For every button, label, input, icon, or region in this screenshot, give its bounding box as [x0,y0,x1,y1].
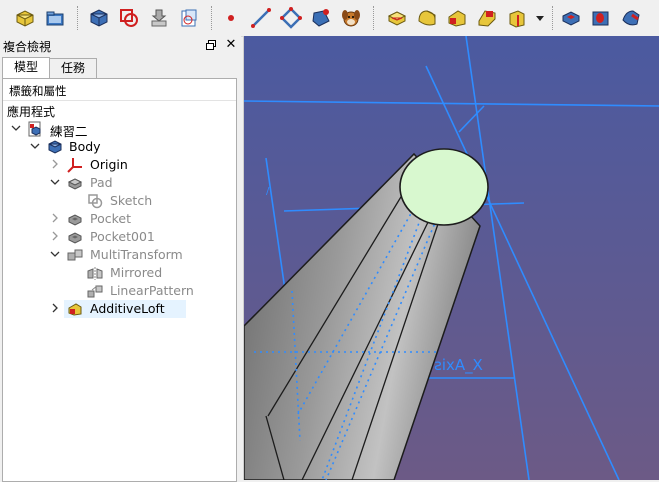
tree-item-linearpattern[interactable]: LinearPattern [3,282,236,300]
tree-item-label: Mirrored [110,265,163,280]
combo-view-panel: 複合檢視 ✕ 模型 任務 標籤和屬性 應用程式 練習二 Body Origin … [0,36,241,482]
pad-icon [67,175,83,191]
tree-item-label: Pad [90,175,113,190]
sketch-icon [87,193,103,209]
tree-item-label: Body [69,139,101,154]
tree-item-mirrored[interactable]: Mirrored [3,264,236,282]
chevron-down-icon[interactable] [50,249,60,259]
tree-item-label: Origin [90,157,128,172]
tree-item-pocket001[interactable]: Pocket001 [3,228,236,246]
body-icon[interactable] [86,5,112,31]
revolution-icon[interactable] [414,5,440,31]
lcs-icon[interactable] [308,5,334,31]
tree-item-additiveloft[interactable]: AdditiveLoft [3,300,236,318]
tree-item-pocket[interactable]: Pocket [3,210,236,228]
sketch-icon[interactable] [116,5,142,31]
toolbar [0,0,659,37]
additive-loft-icon[interactable] [444,5,470,31]
additive-helix-icon[interactable] [504,5,530,31]
point-icon[interactable] [218,5,244,31]
document-icon [27,121,43,137]
additive-pipe-icon[interactable] [474,5,500,31]
tree-item-multitransform[interactable]: MultiTransform [3,246,236,264]
chevron-down-icon[interactable] [50,177,60,187]
line-icon[interactable] [248,5,274,31]
open-icon[interactable] [42,5,68,31]
tree-item-label: AdditiveLoft [90,301,165,316]
tree-item-label: Sketch [110,193,153,208]
mascot-icon[interactable] [338,5,364,31]
tree-view: 標籤和屬性 應用程式 練習二 Body Origin Pad Sketch Po… [2,78,237,482]
pocket-icon [67,211,83,227]
close-icon[interactable]: ✕ [224,37,238,53]
origin-icon [67,157,83,173]
chevron-right-icon[interactable] [50,159,60,169]
panel-tabs: 模型 任務 [0,57,241,79]
toolbar-separator [77,6,79,30]
shape-binder-icon[interactable] [146,5,172,31]
chevron-down-icon[interactable] [30,141,40,151]
chevron-right-icon[interactable] [50,231,60,241]
hole-icon[interactable] [588,5,614,31]
tree-header-label: 標籤和屬性 [9,84,67,98]
x-axis-label: X_Axis [434,356,483,374]
chevron-down-icon[interactable] [11,123,21,133]
part-icon[interactable] [12,5,38,31]
pad-icon[interactable] [384,5,410,31]
clone-icon[interactable] [176,5,202,31]
application-label: 應用程式 [7,105,56,119]
3d-viewport[interactable]: / X_Axis [243,36,659,480]
tab-model[interactable]: 模型 [2,57,50,79]
toolbar-separator [211,6,213,30]
3d-scene[interactable]: / [244,36,659,480]
mirrored-icon [87,265,103,281]
pocket-icon[interactable] [558,5,584,31]
tree-item-document[interactable]: 練習二 [3,120,236,139]
toolbar-separator [552,6,554,30]
tree-item-label: Pocket001 [90,229,155,244]
tree-header: 標籤和屬性 [3,79,236,101]
additive-loft-icon [67,301,83,317]
tree-application-row: 應用程式 [3,102,236,120]
loft-top-face[interactable] [399,148,489,226]
panel-title: 複合檢視 [3,40,52,54]
multitransform-icon [67,247,83,263]
tree-item-pad[interactable]: Pad [3,174,236,192]
tree-item-sketch[interactable]: Sketch [3,192,236,210]
float-icon[interactable] [205,39,217,52]
tree-item-label: MultiTransform [90,247,183,262]
linear-pattern-icon [87,283,103,299]
dropdown-arrow-icon[interactable] [534,5,546,31]
groove-icon[interactable] [618,5,644,31]
plane-icon[interactable] [278,5,304,31]
body-icon [47,139,63,155]
chevron-right-icon[interactable] [50,213,60,223]
tree-item-label: Pocket [90,211,131,226]
tab-tasks[interactable]: 任務 [49,58,97,78]
panel-title-bar: 複合檢視 ✕ [0,36,241,56]
tree-item-body[interactable]: Body [3,138,236,156]
chevron-right-icon[interactable] [50,303,60,313]
tree-item-label: LinearPattern [110,283,194,298]
tree-item-origin[interactable]: Origin [3,156,236,174]
pocket-icon [67,229,83,245]
toolbar-separator [373,6,375,30]
